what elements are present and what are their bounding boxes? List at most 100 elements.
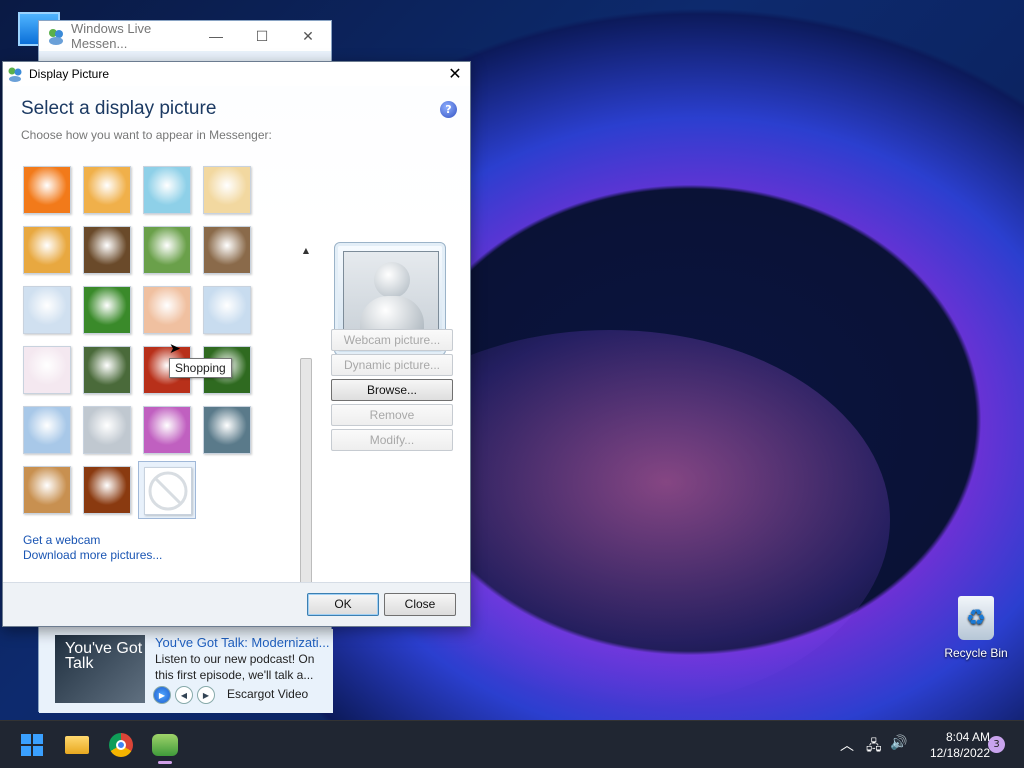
mouse-cursor-icon: ➤ <box>169 341 181 357</box>
scrollbar-thumb[interactable] <box>300 358 312 590</box>
picture-tile-dog[interactable] <box>21 464 73 516</box>
play-icon[interactable]: ▶ <box>153 686 171 704</box>
recycle-bin-icon: ♻ <box>958 596 994 640</box>
clock-time: 8:04 AM <box>945 730 990 744</box>
snow-buddy-icon <box>83 406 131 454</box>
webcam-picture-button[interactable]: Webcam picture... <box>331 329 453 351</box>
no-picture-icon <box>144 467 192 515</box>
picture-tile-shopping[interactable] <box>141 284 193 336</box>
ok-button[interactable]: OK <box>307 593 379 616</box>
modify-button[interactable]: Modify... <box>331 429 453 451</box>
picture-tile-buddy-yellow[interactable] <box>201 164 253 216</box>
ad-thumbnail[interactable]: You've Got Talk <box>55 635 145 703</box>
beach-icon <box>143 166 191 214</box>
picture-tile-snail-buddy[interactable] <box>21 404 73 456</box>
ad-controls: ▶ ◀ ▶ <box>153 686 215 704</box>
volume-icon[interactable]: 🔊 <box>890 735 907 751</box>
dialog-footer: OK Close <box>3 582 470 626</box>
get-webcam-link[interactable]: Get a webcam <box>23 533 100 547</box>
dog-icon <box>23 466 71 514</box>
chrome-button[interactable] <box>105 729 137 761</box>
ad-title-link[interactable]: You've Got Talk: Modernizati... <box>155 635 329 650</box>
picture-tile-cat[interactable] <box>201 224 253 276</box>
display-picture-dialog: Display Picture ✕ Select a display pictu… <box>2 61 471 627</box>
messenger-titlebar[interactable]: Windows Live Messen... — ☐ ✕ <box>39 21 331 51</box>
close-window-button[interactable]: ✕ <box>285 28 331 45</box>
flowers-buddy-icon <box>143 406 191 454</box>
clock-date: 12/18/2022 <box>929 746 990 760</box>
guitar-buddy-icon <box>23 286 71 334</box>
boy-icon <box>83 346 131 394</box>
shopping-tooltip: Shopping <box>169 358 232 378</box>
ad-description: Listen to our new podcast! On this first… <box>155 652 315 682</box>
dialog-close-icon[interactable]: ✕ <box>440 64 470 84</box>
picture-tile-rock-buddy[interactable] <box>201 284 253 336</box>
messenger-taskbar-button[interactable] <box>149 729 181 761</box>
bass-clef-icon <box>23 226 71 274</box>
rock-buddy-icon <box>203 286 251 334</box>
chrome-icon <box>109 733 133 757</box>
remove-button[interactable]: Remove <box>331 404 453 426</box>
dialog-title: Display Picture <box>29 67 110 81</box>
start-button[interactable] <box>16 729 48 761</box>
folder-icon <box>65 736 89 754</box>
notification-badge[interactable]: 3 <box>988 736 1005 753</box>
buddy-yellow-icon <box>203 166 251 214</box>
recycle-bin[interactable]: ♻ Recycle Bin <box>940 596 1012 660</box>
shopping-icon <box>143 286 191 334</box>
dynamic-picture-button[interactable]: Dynamic picture... <box>331 354 453 376</box>
picture-tile-robot[interactable] <box>201 404 253 456</box>
picture-tile-guitar-buddy[interactable] <box>21 284 73 336</box>
taskbar: ︿ 🖧 🔊 8:04 AM 12/18/2022 3 <box>0 720 1024 768</box>
previous-icon[interactable]: ◀ <box>175 686 193 704</box>
file-explorer-button[interactable] <box>61 729 93 761</box>
picture-scrollbar[interactable]: ▲ ▼ <box>299 246 313 606</box>
messenger-buddies-icon <box>7 66 23 82</box>
sparkles-icon <box>83 466 131 514</box>
messenger-title: Windows Live Messen... <box>71 21 152 51</box>
picture-tile-bass-clef[interactable] <box>21 224 73 276</box>
picture-tile-no-picture[interactable] <box>138 461 196 519</box>
maximize-button[interactable]: ☐ <box>239 28 285 45</box>
scroll-up-icon[interactable]: ▲ <box>299 246 313 255</box>
default-avatar-icon <box>374 262 410 298</box>
picture-tile-flower[interactable] <box>21 164 73 216</box>
podcast-ad: You've Got Talk You've Got Talk: Moderni… <box>39 629 333 713</box>
picture-tile-goldfish[interactable] <box>81 164 133 216</box>
network-icon[interactable]: 🖧 <box>866 735 882 759</box>
close-button[interactable]: Close <box>384 593 456 616</box>
windows-logo-icon <box>21 734 43 756</box>
active-indicator <box>158 761 172 764</box>
dialog-subheading: Choose how you want to appear in Messeng… <box>21 128 272 142</box>
sports-balls-icon <box>83 286 131 334</box>
chevron-up-icon[interactable]: ︿ <box>840 735 854 755</box>
download-pictures-link[interactable]: Download more pictures... <box>23 548 162 562</box>
robot-icon <box>203 406 251 454</box>
recycle-bin-label: Recycle Bin <box>944 646 1008 660</box>
taskbar-clock[interactable]: 8:04 AM 12/18/2022 <box>914 729 990 761</box>
dialog-body: Select a display picture Choose how you … <box>3 86 470 606</box>
ad-source: Escargot Video <box>227 687 309 701</box>
picture-tile-pink-buddy[interactable] <box>21 344 73 396</box>
dialog-titlebar[interactable]: Display Picture ✕ <box>3 62 470 86</box>
pink-buddy-icon <box>23 346 71 394</box>
picture-tile-chess[interactable] <box>81 224 133 276</box>
cat-icon <box>203 226 251 274</box>
picture-tile-soccer-buddy[interactable] <box>141 224 193 276</box>
browse-button[interactable]: Browse... <box>331 379 453 401</box>
flower-icon <box>23 166 71 214</box>
picture-tile-beach[interactable] <box>141 164 193 216</box>
dialog-heading: Select a display picture <box>21 98 217 119</box>
snail-buddy-icon <box>23 406 71 454</box>
picture-tile-sports-balls[interactable] <box>81 284 133 336</box>
next-icon[interactable]: ▶ <box>197 686 215 704</box>
picture-tile-flowers-buddy[interactable] <box>141 404 193 456</box>
soccer-buddy-icon <box>143 226 191 274</box>
minimize-button[interactable]: — <box>193 28 239 44</box>
picture-tile-snow-buddy[interactable] <box>81 404 133 456</box>
help-icon[interactable]: ? <box>440 101 457 118</box>
goldfish-icon <box>83 166 131 214</box>
picture-tile-sparkles[interactable] <box>81 464 133 516</box>
picture-tile-boy[interactable] <box>81 344 133 396</box>
messenger-icon <box>152 734 178 756</box>
